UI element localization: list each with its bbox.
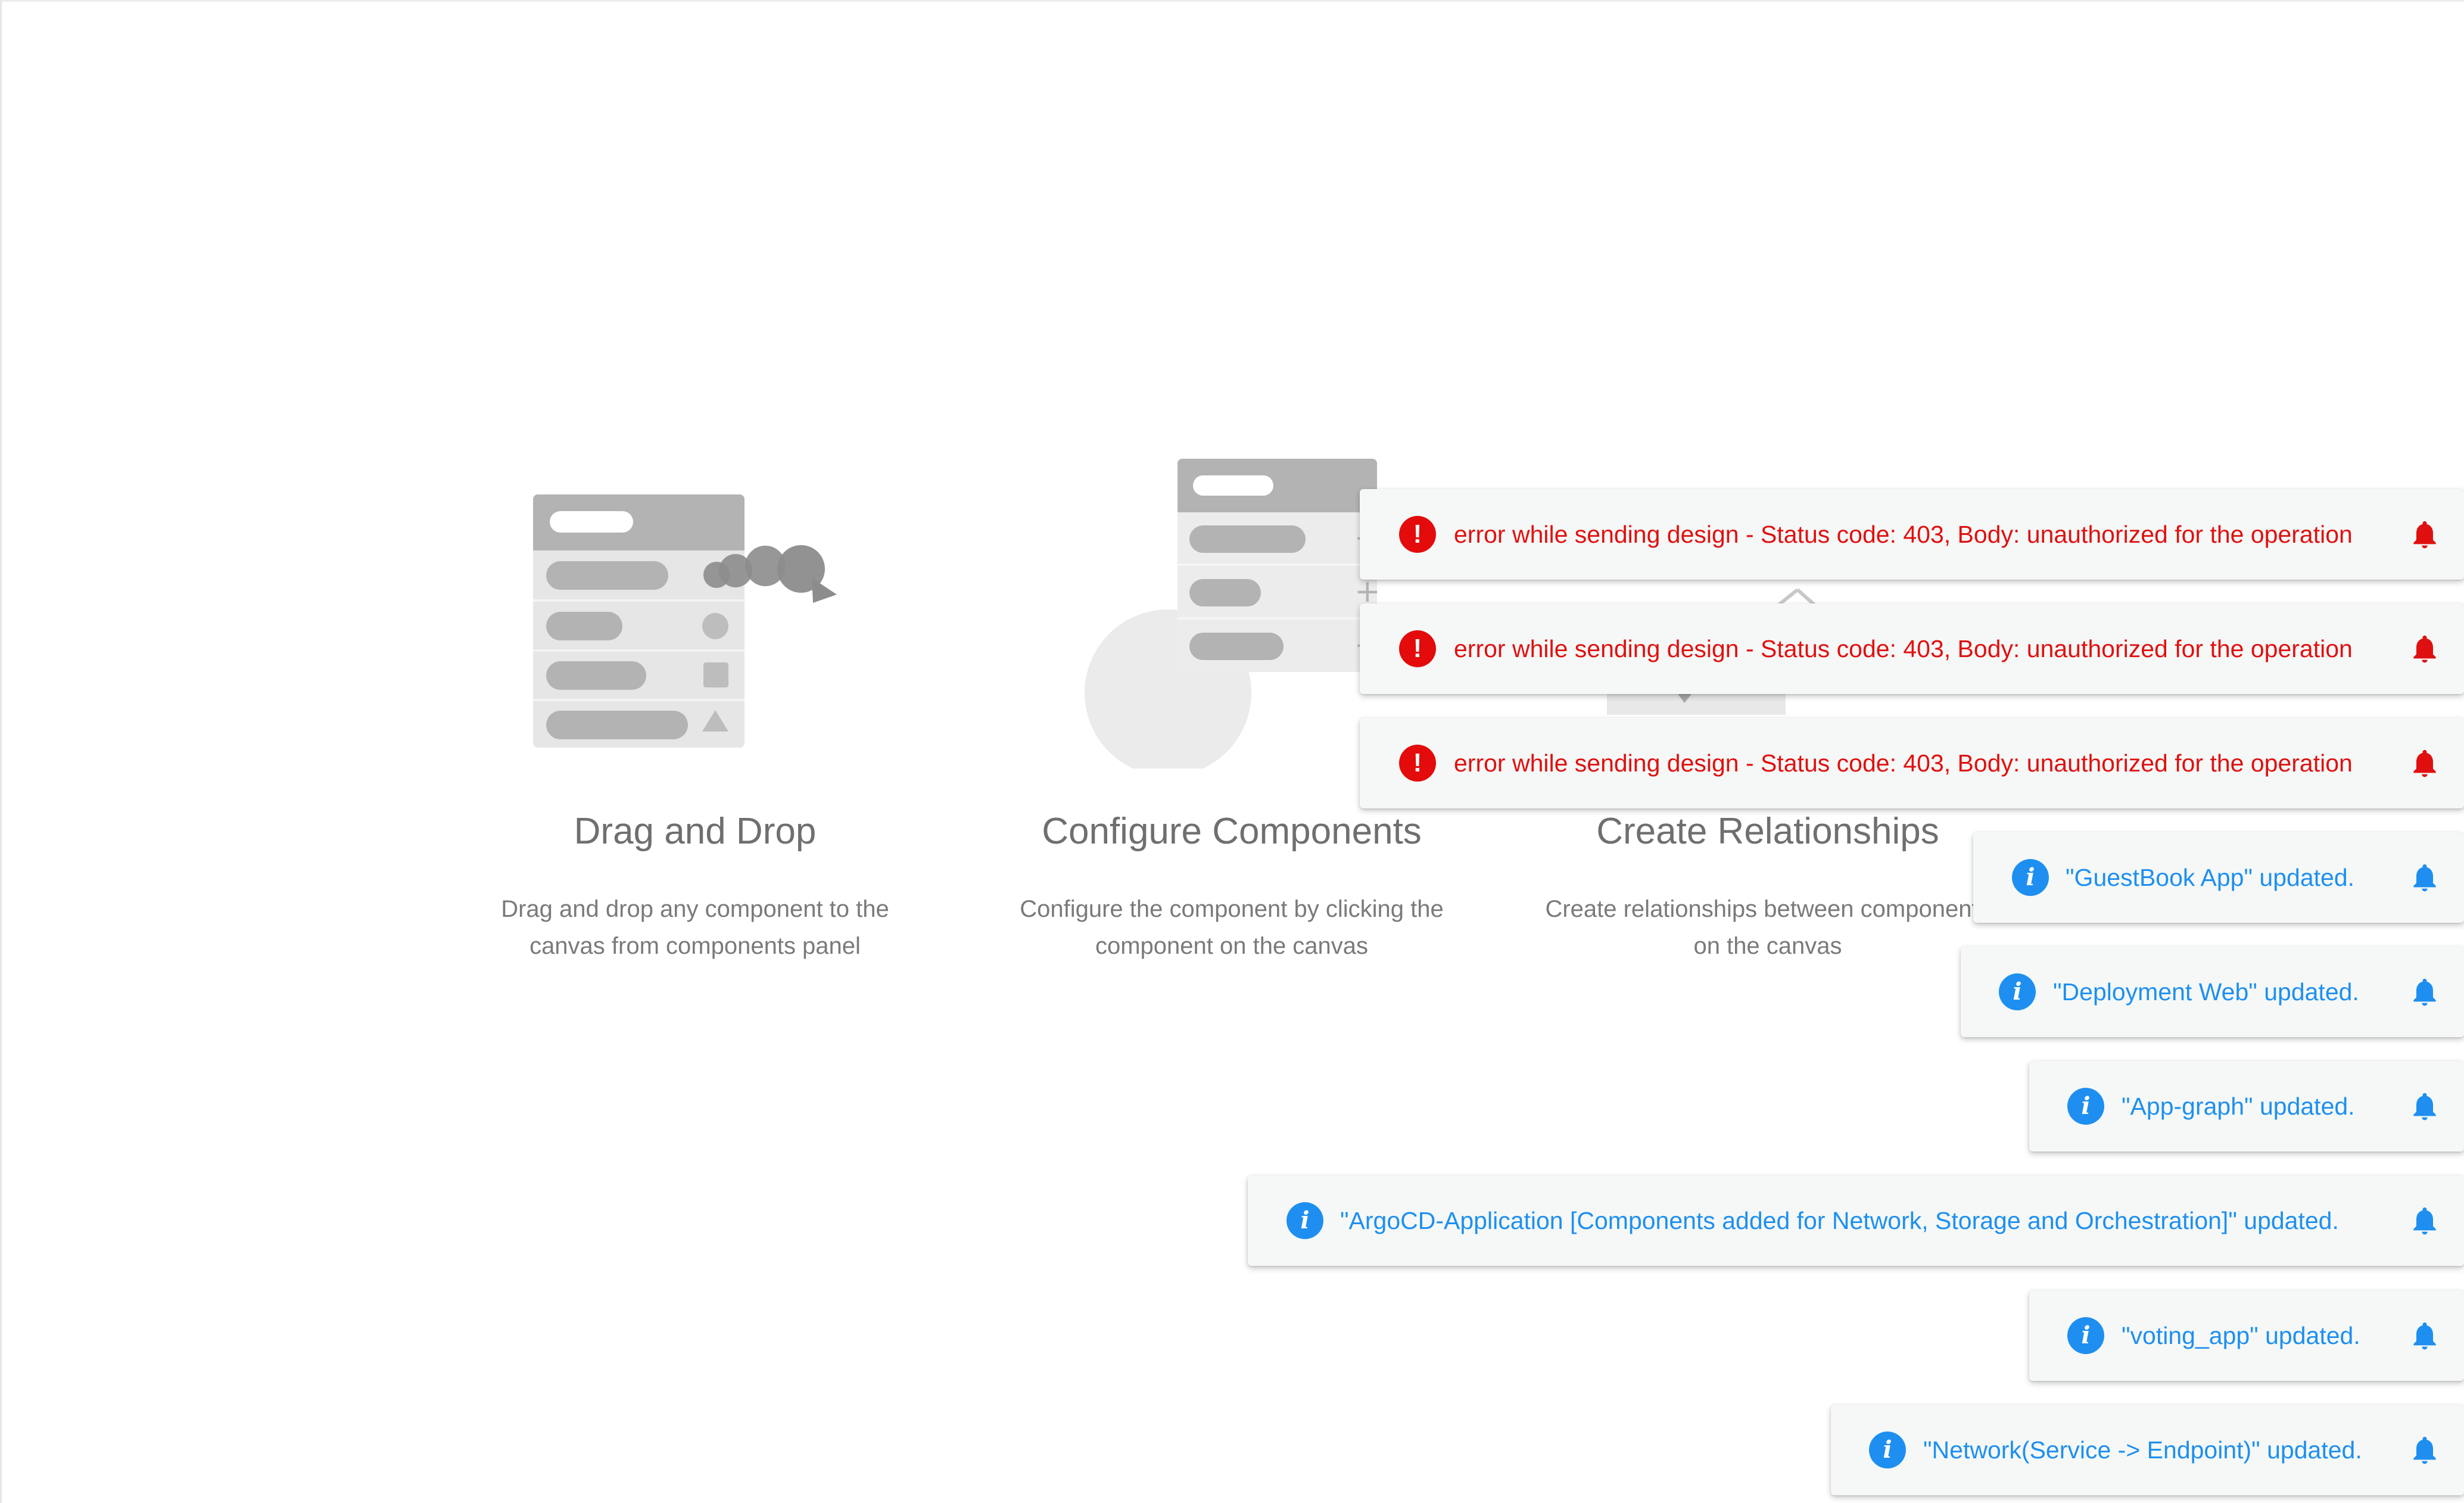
bell-icon[interactable] xyxy=(2408,516,2441,552)
info-icon: i xyxy=(2012,859,2049,896)
notification-message: error while sending design - Status code… xyxy=(1454,521,2353,548)
card-description-line: component on the canvas xyxy=(1095,933,1369,959)
card-description-line: Create relationships between components xyxy=(1545,896,1990,922)
bell-icon[interactable] xyxy=(2408,1318,2441,1353)
notification-toast-error[interactable]: ! error while sending design - Status co… xyxy=(1360,718,2464,808)
notification-toast-info[interactable]: i "Network(Service -> Endpoint)" updated… xyxy=(1831,1405,2464,1495)
error-icon: ! xyxy=(1399,630,1436,667)
info-icon: i xyxy=(1869,1432,1906,1468)
error-icon: ! xyxy=(1399,745,1436,782)
notification-toast-info[interactable]: i "ArgoCD-Application [Components added … xyxy=(1248,1175,2464,1266)
notification-message: "Network(Service -> Endpoint)" updated. xyxy=(1923,1436,2362,1464)
info-icon: i xyxy=(2067,1317,2104,1354)
card-description-line: Drag and drop any component to the xyxy=(501,896,889,922)
notification-toast-info[interactable]: i "Deployment Web" updated. xyxy=(1961,947,2464,1037)
card-title: Drag and Drop xyxy=(574,811,817,852)
drag-and-drop-illustration xyxy=(533,494,837,748)
notification-message: error while sending design - Status code… xyxy=(1454,635,2353,662)
notification-message: "GuestBook App" updated. xyxy=(2066,864,2355,891)
bell-icon[interactable] xyxy=(2408,631,2441,667)
notification-toast-info[interactable]: i "App-graph" updated. xyxy=(2029,1061,2464,1152)
notification-toast-info[interactable]: i "voting_app" updated. xyxy=(2029,1290,2464,1381)
notification-toast-error[interactable]: ! error while sending design - Status co… xyxy=(1360,603,2464,694)
bell-icon[interactable] xyxy=(2408,1088,2441,1124)
configure-components-illustration: + + + xyxy=(1085,459,1381,768)
bell-icon[interactable] xyxy=(2408,745,2441,781)
bell-icon[interactable] xyxy=(2408,974,2441,1010)
card-title: Create Relationships xyxy=(1596,811,1939,852)
card-description: Drag and drop any component to the canva… xyxy=(427,891,963,964)
notification-message: "App-graph" updated. xyxy=(2122,1093,2355,1120)
card-description: Create relationships between components … xyxy=(1500,891,2036,964)
card-description: Configure the component by clicking the … xyxy=(964,891,1500,964)
info-icon: i xyxy=(1999,973,2036,1010)
notification-message: "voting_app" updated. xyxy=(2122,1322,2360,1349)
info-icon: i xyxy=(2067,1088,2104,1125)
info-icon: i xyxy=(1286,1202,1323,1239)
bell-icon[interactable] xyxy=(2408,1432,2441,1468)
card-title: Configure Components xyxy=(1042,811,1422,852)
notification-message: error while sending design - Status code… xyxy=(1454,749,2353,777)
error-icon: ! xyxy=(1399,516,1436,553)
card-description-line: Configure the component by clicking the xyxy=(1020,896,1444,922)
bell-icon[interactable] xyxy=(2408,1203,2441,1239)
notification-toast-error[interactable]: ! error while sending design - Status co… xyxy=(1360,489,2464,580)
bell-icon[interactable] xyxy=(2408,860,2441,895)
notification-message: "Deployment Web" updated. xyxy=(2053,978,2359,1006)
card-description-line: on the canvas xyxy=(1693,933,1842,959)
notification-message: "ArgoCD-Application [Components added fo… xyxy=(1340,1207,2339,1234)
notification-toast-info[interactable]: i "GuestBook App" updated. xyxy=(1973,832,2464,923)
card-description-line: canvas from components panel xyxy=(529,933,861,959)
